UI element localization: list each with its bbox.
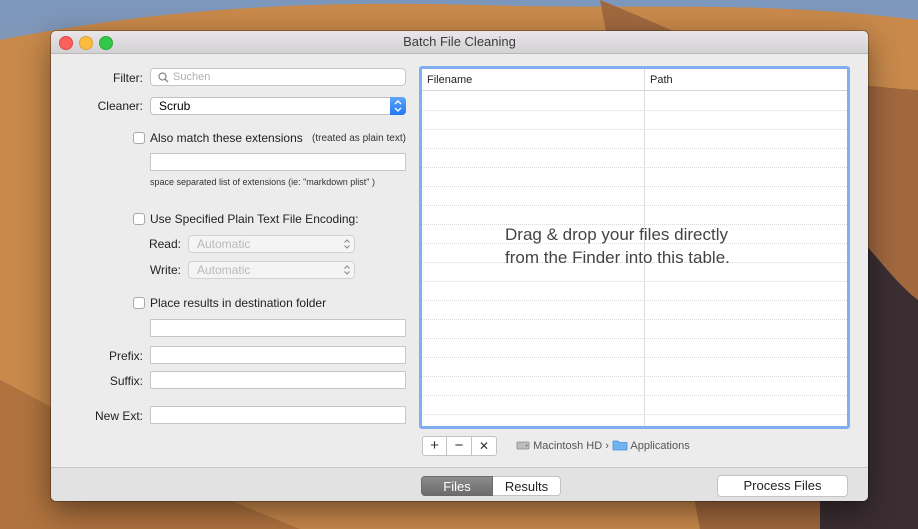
path-control[interactable]: Macintosh HD › Applications (516, 439, 690, 452)
path-volume[interactable]: Macintosh HD (533, 440, 602, 452)
read-encoding-value: Automatic (197, 237, 251, 251)
row-line (422, 110, 847, 111)
tab-results[interactable]: Results (493, 476, 561, 496)
add-file-button[interactable]: + (422, 436, 447, 456)
title-bar: Batch File Cleaning (51, 31, 868, 54)
treated-as-plain-text-note: (treated as plain text) (312, 133, 406, 144)
cleaner-value: Scrub (159, 99, 191, 113)
close-window-button[interactable] (59, 36, 73, 50)
suffix-label: Suffix: (109, 374, 143, 388)
drop-message-line-1: Drag & drop your files directly (505, 225, 728, 244)
encoding-label: Use Specified Plain Text File Encoding: (150, 212, 359, 226)
chevron-updown-icon (344, 265, 350, 275)
files-table[interactable]: Filename Path Drag & drop your files dir… (419, 66, 850, 429)
path-separator-icon: › (605, 440, 609, 452)
read-label: Read: (148, 237, 181, 251)
also-match-extensions-checkbox[interactable] (133, 132, 145, 144)
write-encoding-value: Automatic (197, 263, 251, 277)
encoding-checkbox[interactable] (133, 213, 145, 225)
folder-icon (612, 440, 628, 451)
drop-message-line-2: from the Finder into this table. (505, 248, 730, 267)
also-match-extensions-label: Also match these extensions (150, 131, 303, 145)
row-line (422, 281, 847, 282)
tab-files[interactable]: Files (421, 476, 493, 496)
row-line (422, 129, 847, 130)
row-line (422, 338, 847, 339)
column-header-filename[interactable]: Filename (422, 69, 644, 91)
row-line (422, 167, 847, 168)
bottom-toolbar: Files Results Process Files (51, 467, 868, 501)
read-encoding-popup[interactable]: Automatic (188, 235, 355, 253)
window-title: Batch File Cleaning (403, 34, 516, 49)
drop-files-message: Drag & drop your files directly from the… (505, 223, 805, 269)
suffix-field[interactable] (150, 371, 406, 389)
destination-folder-checkbox[interactable] (133, 297, 145, 309)
write-encoding-popup[interactable]: Automatic (188, 261, 355, 279)
process-files-button[interactable]: Process Files (717, 475, 848, 497)
row-line (422, 414, 847, 415)
filter-label: Filter: (113, 71, 143, 85)
destination-folder-label: Place results in destination folder (150, 296, 327, 310)
search-icon (158, 72, 169, 83)
extensions-field[interactable] (150, 153, 406, 171)
destination-folder-field[interactable] (150, 319, 406, 337)
cleaner-popup[interactable]: Scrub (150, 97, 406, 115)
row-line (422, 319, 847, 320)
new-ext-label: New Ext: (94, 409, 143, 423)
row-line (422, 148, 847, 149)
clear-files-button[interactable]: ✕ (472, 436, 497, 456)
filter-search-field[interactable]: Suchen (150, 68, 406, 86)
zoom-window-button[interactable] (99, 36, 113, 50)
extensions-hint: space separated list of extensions (ie: … (150, 177, 375, 187)
row-line (422, 376, 847, 377)
popup-arrows-icon (390, 97, 406, 115)
filter-placeholder: Suchen (173, 71, 211, 83)
chevron-updown-icon (344, 239, 350, 249)
path-folder[interactable]: Applications (630, 440, 689, 452)
row-line (422, 186, 847, 187)
row-line (422, 300, 847, 301)
row-line (422, 205, 847, 206)
row-line (422, 357, 847, 358)
row-line (422, 395, 847, 396)
batch-file-cleaning-window: Batch File Cleaning Filter: Suchen Clean… (51, 31, 868, 501)
cleaner-label: Cleaner: (97, 99, 143, 113)
new-ext-field[interactable] (150, 406, 406, 424)
column-header-path[interactable]: Path (644, 69, 847, 91)
prefix-field[interactable] (150, 346, 406, 364)
hard-drive-icon (516, 441, 530, 450)
remove-file-button[interactable]: − (447, 436, 472, 456)
prefix-label: Prefix: (108, 349, 143, 363)
write-label: Write: (149, 263, 181, 277)
minimize-window-button[interactable] (79, 36, 93, 50)
